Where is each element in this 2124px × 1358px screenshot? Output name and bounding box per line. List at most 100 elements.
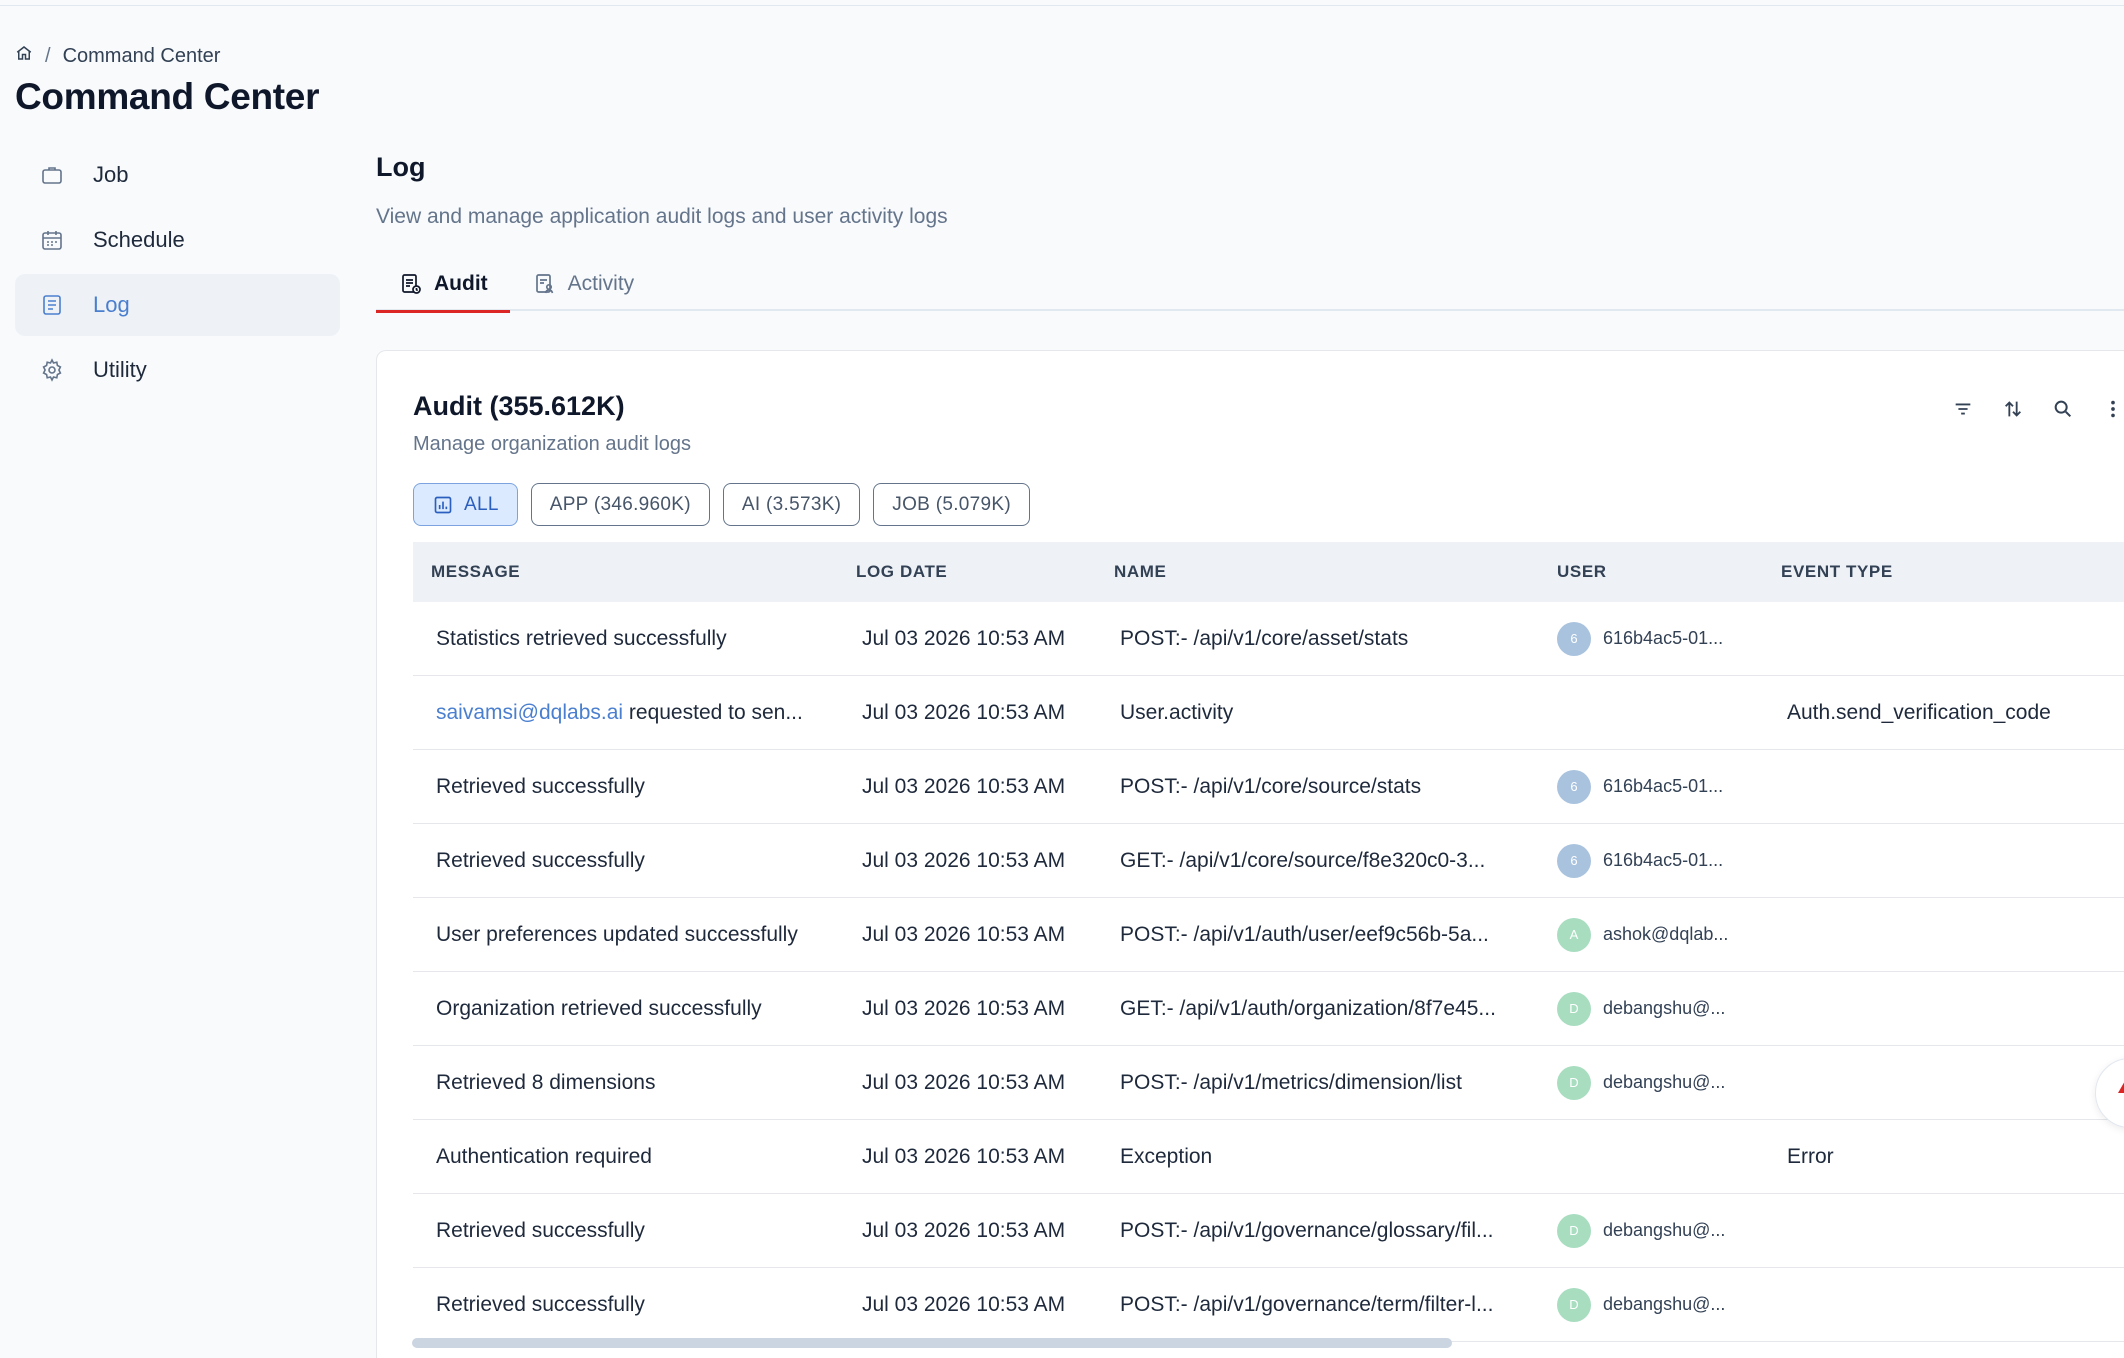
- table-row[interactable]: Organization retrieved successfully Jul …: [413, 972, 2124, 1046]
- audit-card: Audit (355.612K) Manage organization aud…: [376, 350, 2124, 1358]
- cell-name: GET:- /api/v1/core/source/f8e320c0-3...: [1120, 848, 1486, 872]
- cell-user: D debangshu@...: [1557, 991, 1781, 1026]
- table-row[interactable]: Statistics retrieved successfully Jul 03…: [413, 602, 2124, 676]
- avatar: D: [1557, 1065, 1591, 1100]
- card-title: Audit (355.612K): [413, 391, 625, 421]
- sidebar-item-log[interactable]: Log: [15, 274, 340, 336]
- breadcrumb: / Command Center: [15, 44, 220, 68]
- sidebar-item-label: Schedule: [93, 227, 185, 252]
- table-header: MESSAGE LOG DATE NAME USER EVENT TYPE: [413, 542, 2124, 602]
- cell-message: Authentication required: [436, 1144, 652, 1168]
- table-row[interactable]: Retrieved successfully Jul 03 2026 10:53…: [413, 824, 2124, 898]
- avatar: D: [1557, 991, 1591, 1026]
- cell-event-type: Error: [1787, 1144, 1834, 1168]
- chip-app[interactable]: APP (346.960K): [530, 483, 710, 526]
- column-header-user[interactable]: USER: [1557, 562, 1781, 582]
- cell-name: POST:- /api/v1/governance/term/filter-l.…: [1120, 1292, 1494, 1316]
- sidebar-item-label: Utility: [93, 357, 147, 382]
- tab-bar: Audit Activity: [376, 257, 2124, 313]
- table-row[interactable]: User preferences updated successfully Ju…: [413, 898, 2124, 972]
- tab-activity[interactable]: Activity: [510, 257, 657, 311]
- calendar-icon: [37, 225, 67, 255]
- cell-message: saivamsi@dqlabs.ai requested to sen...: [413, 701, 856, 725]
- card-toolbar: [1947, 393, 2124, 425]
- user-email-link[interactable]: saivamsi@dqlabs.ai: [436, 701, 623, 724]
- audit-table: MESSAGE LOG DATE NAME USER EVENT TYPE St…: [413, 542, 2124, 1342]
- filter-icon[interactable]: [1947, 393, 1979, 425]
- cell-message: Retrieved successfully: [436, 848, 645, 872]
- cell-message: Organization retrieved successfully: [436, 996, 762, 1020]
- table-row[interactable]: Authentication required Jul 03 2026 10:5…: [413, 1120, 2124, 1194]
- user-label: debangshu@...: [1603, 1220, 1726, 1240]
- chip-label: JOB (5.079K): [892, 493, 1012, 515]
- column-header-message[interactable]: MESSAGE: [413, 562, 856, 582]
- sidebar-item-label: Job: [93, 162, 129, 187]
- cell-name: POST:- /api/v1/governance/glossary/fil..…: [1120, 1218, 1494, 1242]
- cell-log-date: Jul 03 2026 10:53 AM: [862, 1144, 1066, 1168]
- table-row[interactable]: Retrieved successfully Jul 03 2026 10:53…: [413, 750, 2124, 824]
- horizontal-scrollbar[interactable]: [412, 1338, 1452, 1348]
- user-label: ashok@dqlab...: [1603, 924, 1729, 944]
- cell-message: Retrieved successfully: [436, 1218, 645, 1242]
- table-row[interactable]: saivamsi@dqlabs.ai requested to sen... J…: [413, 676, 2124, 750]
- cell-log-date: Jul 03 2026 10:53 AM: [862, 626, 1066, 650]
- table-row[interactable]: Retrieved successfully Jul 03 2026 10:53…: [413, 1268, 2124, 1342]
- search-icon[interactable]: [2047, 393, 2079, 425]
- filter-chips: ALL APP (346.960K) AI (3.573K) JOB (5.07…: [413, 483, 1031, 526]
- column-header-log-date[interactable]: LOG DATE: [856, 562, 1114, 582]
- chip-ai[interactable]: AI (3.573K): [722, 483, 861, 526]
- audit-log-icon: [398, 271, 424, 297]
- home-icon[interactable]: [15, 44, 33, 68]
- cell-log-date: Jul 03 2026 10:53 AM: [862, 1292, 1066, 1316]
- avatar: 6: [1557, 843, 1591, 878]
- avatar: 6: [1557, 621, 1591, 656]
- chip-label: AI (3.573K): [741, 493, 842, 515]
- user-label: debangshu@...: [1603, 1294, 1726, 1314]
- section-title: Log: [376, 152, 426, 182]
- sidebar-item-job[interactable]: Job: [15, 144, 340, 206]
- cell-message: Statistics retrieved successfully: [436, 626, 727, 650]
- sidebar-item-utility[interactable]: Utility: [15, 339, 340, 401]
- cell-log-date: Jul 03 2026 10:53 AM: [862, 996, 1066, 1020]
- cell-message: Retrieved successfully: [436, 1292, 645, 1316]
- table-row[interactable]: Retrieved 8 dimensions Jul 03 2026 10:53…: [413, 1046, 2124, 1120]
- cell-log-date: Jul 03 2026 10:53 AM: [862, 774, 1066, 798]
- user-label: debangshu@...: [1603, 998, 1726, 1018]
- cell-user: A ashok@dqlab...: [1557, 917, 1781, 952]
- activity-log-icon: [532, 271, 558, 297]
- user-label: 616b4ac5-01...: [1603, 628, 1724, 648]
- chip-job[interactable]: JOB (5.079K): [873, 483, 1031, 526]
- sort-icon[interactable]: [1997, 393, 2029, 425]
- more-vertical-icon[interactable]: [2097, 393, 2124, 425]
- column-header-event-type[interactable]: EVENT TYPE: [1781, 562, 2124, 582]
- top-bar: [0, 0, 2124, 6]
- sidebar-item-schedule[interactable]: Schedule: [15, 209, 340, 271]
- avatar: 6: [1557, 769, 1591, 804]
- tab-audit[interactable]: Audit: [376, 257, 510, 313]
- cell-message: Retrieved 8 dimensions: [436, 1070, 656, 1094]
- table-row[interactable]: Retrieved successfully Jul 03 2026 10:53…: [413, 1194, 2124, 1268]
- page-title: Command Center: [15, 76, 320, 117]
- cell-user: 6 616b4ac5-01...: [1557, 769, 1781, 804]
- avatar: D: [1557, 1213, 1591, 1248]
- cell-name: POST:- /api/v1/metrics/dimension/list: [1120, 1070, 1462, 1094]
- user-label: debangshu@...: [1603, 1072, 1726, 1092]
- breadcrumb-separator: /: [45, 44, 51, 67]
- chip-all[interactable]: ALL: [413, 483, 518, 526]
- cell-log-date: Jul 03 2026 10:53 AM: [862, 922, 1066, 946]
- message-text: requested to sen...: [623, 700, 803, 724]
- card-subtitle: Manage organization audit logs: [413, 433, 691, 455]
- cell-name: GET:- /api/v1/auth/organization/8f7e45..…: [1120, 996, 1496, 1020]
- tab-label: Audit: [434, 272, 488, 295]
- user-label: 616b4ac5-01...: [1603, 776, 1724, 796]
- cell-log-date: Jul 03 2026 10:53 AM: [862, 1218, 1066, 1242]
- cell-user: D debangshu@...: [1557, 1065, 1781, 1100]
- chip-label: APP (346.960K): [549, 493, 691, 515]
- cell-user: D debangshu@...: [1557, 1213, 1781, 1248]
- cell-name: POST:- /api/v1/auth/user/eef9c56b-5a...: [1120, 922, 1489, 946]
- cell-log-date: Jul 03 2026 10:53 AM: [862, 700, 1066, 724]
- column-header-name[interactable]: NAME: [1114, 562, 1557, 582]
- briefcase-icon: [37, 160, 67, 190]
- cell-user: 6 616b4ac5-01...: [1557, 621, 1781, 656]
- main-content: Log View and manage application audit lo…: [376, 140, 2124, 1358]
